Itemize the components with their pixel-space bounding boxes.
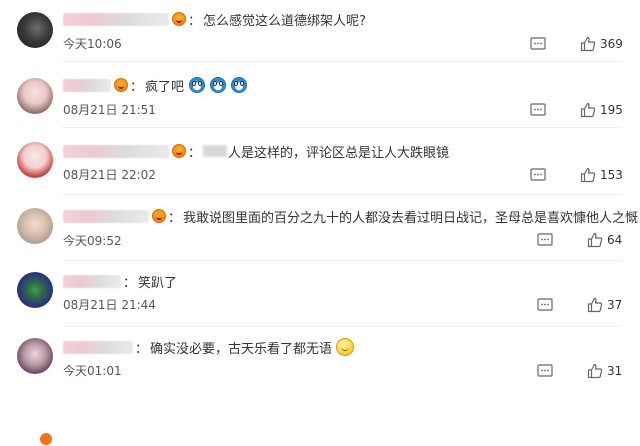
username[interactable] [63,12,169,26]
vip-badge-icon [114,78,128,92]
colon: ： [168,210,182,226]
doraemon-emoji-icon [210,77,227,93]
colon: ： [188,13,202,29]
like-count: 37 [607,298,623,312]
username[interactable] [63,274,121,288]
comment-reply-icon[interactable] [537,364,553,378]
doraemon-emoji-icon [189,77,206,93]
like-count: 153 [600,168,623,182]
colon: ： [135,341,149,357]
divider [63,127,622,128]
comment-text: 怎么感觉这么道德绑架人呢? [203,13,366,29]
avatar[interactable] [17,142,53,178]
smile-emoji-icon [336,338,355,356]
comment-item: ： 怎么感觉这么道德绑架人呢? 今天10:06 369 [0,0,640,66]
vip-badge-icon [172,12,186,26]
comment-item: ： 我敢说图里面的百分之九十的人都没去看过明日战记，圣母总是喜欢慷他人之慨! 今… [0,198,640,446]
comment-reply-icon[interactable] [537,298,553,312]
comment-time: 08月21日 21:51 [63,103,156,117]
like-count: 64 [607,233,623,247]
comment-time: 今天09:52 [63,234,122,248]
avatar[interactable] [17,338,53,374]
comment-item: ： 确实没必要，古天乐看了都无语 今天01:01 31 [0,330,640,396]
colon: ： [123,275,137,291]
thumbs-up-icon[interactable] [587,297,603,313]
vip-badge-icon [172,144,186,158]
vip-badge-icon [152,209,166,223]
comment-item: ： 笑趴了 08月21日 21:44 37 [0,264,640,330]
comment-reply-icon[interactable] [537,233,553,247]
comment-text: 人是这样的，评论区总是让人大跌眼镜 [228,145,450,161]
thumbs-up-icon[interactable] [580,167,596,183]
verified-badge-icon [39,432,53,446]
thumbs-up-icon[interactable] [580,36,596,52]
comment-reply-icon[interactable] [530,103,546,117]
divider [63,326,622,327]
colon: ： [188,145,202,161]
avatar[interactable] [17,78,53,114]
comment-text: 疯了吧 [145,79,185,95]
divider [63,61,622,62]
username[interactable] [63,144,169,158]
comment-reply-icon[interactable] [530,37,546,51]
comment-time: 08月21日 22:02 [63,168,156,182]
doraemon-emoji-icon [231,77,248,93]
divider [63,194,622,195]
comment-text: 确实没必要，古天乐看了都无语 [150,341,333,357]
redacted-text [203,145,228,157]
comment-item: ： 疯了吧 08月21日 21:51 195 [0,66,640,132]
username[interactable] [63,340,133,354]
avatar[interactable] [17,208,53,244]
thumbs-up-icon[interactable] [587,363,603,379]
comment-text: 笑趴了 [138,275,178,291]
comment-item: ： 人是这样的，评论区总是让人大跌眼镜 08月21日 22:02 153 [0,132,640,198]
comment-time: 08月21日 21:44 [63,298,156,312]
comment-time: 今天01:01 [63,364,122,378]
comment-reply-icon[interactable] [530,168,546,182]
username[interactable] [63,209,149,223]
thumbs-up-icon[interactable] [580,102,596,118]
username[interactable] [63,78,111,92]
avatar[interactable] [17,12,53,48]
like-count: 31 [607,364,623,378]
colon: ： [130,79,144,95]
comment-time: 今天10:06 [63,37,122,51]
comment-text: 我敢说图里面的百分之九十的人都没去看过明日战记，圣母总是喜欢慷他人之慨! [183,210,640,226]
thumbs-up-icon[interactable] [587,232,603,248]
avatar[interactable] [17,272,53,308]
like-count: 195 [600,103,623,117]
like-count: 369 [600,37,623,51]
divider [63,260,622,261]
